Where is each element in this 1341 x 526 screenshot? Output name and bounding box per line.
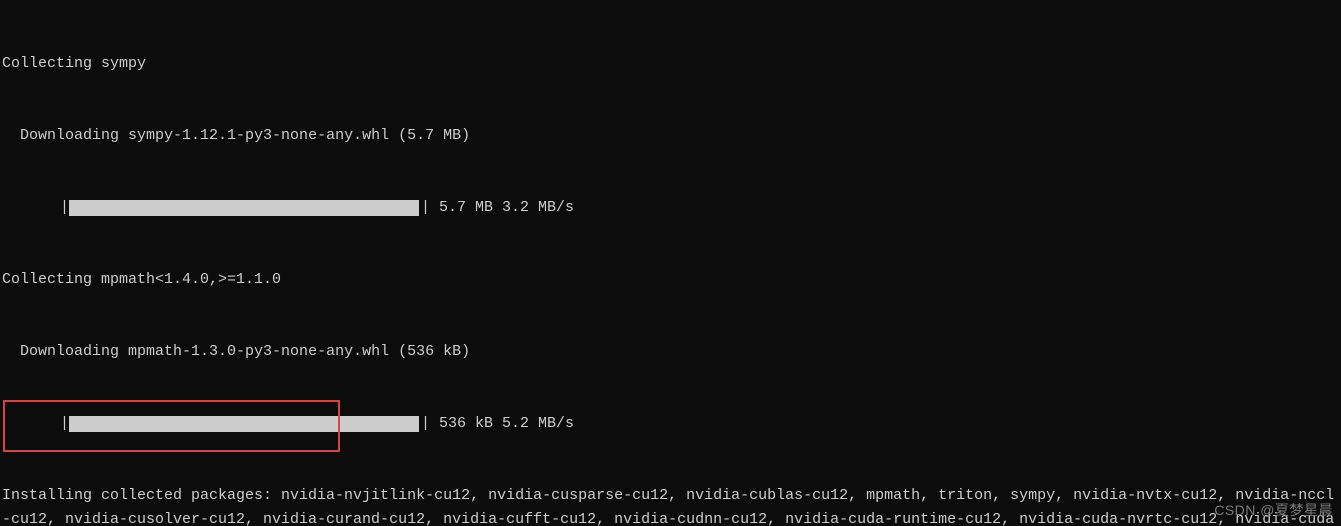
watermark-text: CSDN @夏梦星晨 <box>1214 498 1333 522</box>
output-line-collect-mpmath: Collecting mpmath<1.4.0,>=1.1.0 <box>2 268 1339 292</box>
terminal-output: Collecting sympy Downloading sympy-1.12.… <box>0 0 1341 526</box>
output-line-download-sympy: Downloading sympy-1.12.1-py3-none-any.wh… <box>2 124 1339 148</box>
output-line-download-mpmath: Downloading mpmath-1.3.0-py3-none-any.wh… <box>2 340 1339 364</box>
progress-suffix: | 536 kB 5.2 MB/s <box>419 412 574 436</box>
progress-bar-mpmath: | | 536 kB 5.2 MB/s <box>2 412 1339 436</box>
progress-bar-fill <box>69 416 419 432</box>
progress-prefix: | <box>60 196 69 220</box>
output-line-collect-sympy: Collecting sympy <box>2 52 1339 76</box>
output-line-installing: Installing collected packages: nvidia-nv… <box>2 484 1339 526</box>
progress-bar-fill <box>69 200 419 216</box>
progress-prefix: | <box>60 412 69 436</box>
progress-bar-sympy: | | 5.7 MB 3.2 MB/s <box>2 196 1339 220</box>
progress-suffix: | 5.7 MB 3.2 MB/s <box>419 196 574 220</box>
